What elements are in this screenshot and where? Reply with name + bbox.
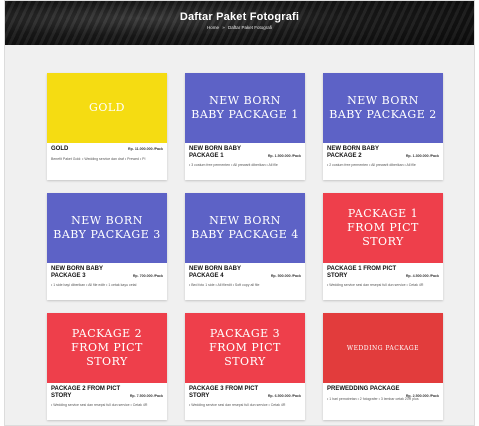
- package-name[interactable]: PREWEDDING PACKAGE: [327, 386, 401, 393]
- package-price: Rp. 500.000 /Pack: [270, 274, 301, 278]
- package-info: NEW BORN BABY PACKAGE 3 Rp. 700.000 /Pac…: [47, 263, 167, 300]
- package-thumbnail[interactable]: PACKAGE 1 FROM PICT STORY: [323, 193, 443, 263]
- package-info: PREWEDDING PACKAGE Rp. 2.500.000 /Pack •…: [323, 383, 443, 420]
- breadcrumb-current: Daftar Paket Fotografi: [228, 25, 273, 30]
- package-price: Rp. 700.000 /Pack: [132, 274, 163, 278]
- package-name[interactable]: NEW BORN BABY PACKAGE 3: [51, 266, 125, 279]
- package-thumbnail[interactable]: NEW BORN BABY PACKAGE 3: [47, 193, 167, 263]
- package-card-new-born-baby-2[interactable]: NEW BORN BABY PACKAGE 2 NEW BORN BABY PA…: [323, 73, 443, 180]
- package-info: GOLD Rp. 11.000.000 /Pack Benefit Paket …: [47, 143, 167, 180]
- package-description: • 2 costum free permenten • All prewarit…: [327, 163, 416, 167]
- package-info: NEW BORN BABY PACKAGE 2 Rp. 1.300.000 /P…: [323, 143, 443, 180]
- package-info: PACKAGE 1 FROM PICT STORY Rp. 4.500.000 …: [323, 263, 443, 300]
- package-price: Rp. 2.500.000 /Pack: [405, 394, 439, 398]
- breadcrumb-home-link[interactable]: Home: [207, 25, 219, 30]
- package-name[interactable]: GOLD: [51, 146, 125, 153]
- package-name[interactable]: NEW BORN BABY PACKAGE 1: [189, 146, 263, 159]
- package-info: PACKAGE 2 FROM PICT STORY Rp. 7.500.000 …: [47, 383, 167, 420]
- package-card-package-1-pict-story[interactable]: PACKAGE 1 FROM PICT STORY PACKAGE 1 FROM…: [323, 193, 443, 300]
- package-description: • Bed foto 1 side • All filerdit • Soft …: [189, 283, 260, 287]
- package-description: • Wedding service sesi dan resepsi full …: [327, 283, 424, 287]
- package-card-new-born-baby-1[interactable]: NEW BORN BABY PACKAGE 1 NEW BORN BABY PA…: [185, 73, 305, 180]
- package-grid: GOLD GOLD Rp. 11.000.000 /Pack Benefit P…: [47, 73, 444, 420]
- package-description: • Wedding service sesi dan resepsi full …: [51, 403, 148, 407]
- package-thumbnail[interactable]: PACKAGE 2 FROM PICT STORY: [47, 313, 167, 383]
- package-description: Benefit Paket Gold: • Wedding service da…: [51, 156, 146, 161]
- page-title: Daftar Paket Fotografi: [179, 11, 300, 23]
- package-description: • 1 side bayi diberikan • All file editr…: [51, 283, 137, 287]
- package-description: • Wedding service sesi dan resepsi full …: [189, 403, 286, 407]
- package-description: • 3 costum free permenten • All prewarit…: [189, 163, 278, 167]
- package-price: Rp. 6.500.000 /Pack: [267, 394, 301, 398]
- package-info: PACKAGE 3 FROM PICT STORY Rp. 6.500.000 …: [185, 383, 305, 420]
- package-card-gold[interactable]: GOLD GOLD Rp. 11.000.000 /Pack Benefit P…: [47, 73, 167, 180]
- package-thumbnail[interactable]: GOLD: [47, 73, 167, 143]
- package-name[interactable]: PACKAGE 3 FROM PICT STORY: [189, 386, 263, 399]
- package-name[interactable]: NEW BORN BABY PACKAGE 4: [189, 266, 263, 279]
- package-thumbnail[interactable]: NEW BORN BABY PACKAGE 4: [185, 193, 305, 263]
- package-thumbnail[interactable]: WEDDING PACKAGE: [323, 313, 443, 383]
- package-price: Rp. 1.300.000 /Pack: [405, 154, 439, 158]
- package-price: Rp. 1.500.000 /Pack: [267, 154, 301, 158]
- package-card-prewedding[interactable]: WEDDING PACKAGE PREWEDDING PACKAGE Rp. 2…: [323, 313, 443, 420]
- package-info: NEW BORN BABY PACKAGE 1 Rp. 1.500.000 /P…: [185, 143, 305, 180]
- package-name[interactable]: PACKAGE 2 FROM PICT STORY: [51, 386, 125, 399]
- package-price: Rp. 7.500.000 /Pack: [129, 394, 163, 398]
- breadcrumb: Home » Daftar Paket Fotografi: [5, 25, 474, 30]
- package-price: Rp. 4.500.000 /Pack: [405, 274, 439, 278]
- package-info: NEW BORN BABY PACKAGE 4 Rp. 500.000 /Pac…: [185, 263, 305, 300]
- package-card-new-born-baby-4[interactable]: NEW BORN BABY PACKAGE 4 NEW BORN BABY PA…: [185, 193, 305, 300]
- package-name[interactable]: PACKAGE 1 FROM PICT STORY: [327, 266, 401, 279]
- package-thumbnail[interactable]: NEW BORN BABY PACKAGE 2: [323, 73, 443, 143]
- package-thumbnail[interactable]: NEW BORN BABY PACKAGE 1: [185, 73, 305, 143]
- package-name[interactable]: NEW BORN BABY PACKAGE 2: [327, 146, 401, 159]
- package-thumbnail[interactable]: PACKAGE 3 FROM PICT STORY: [185, 313, 305, 383]
- package-card-new-born-baby-3[interactable]: NEW BORN BABY PACKAGE 3 NEW BORN BABY PA…: [47, 193, 167, 300]
- package-card-package-2-pict-story[interactable]: PACKAGE 2 FROM PICT STORY PACKAGE 2 FROM…: [47, 313, 167, 420]
- package-price: Rp. 11.000.000 /Pack: [128, 147, 163, 151]
- page-frame: Daftar Paket Fotografi Home » Daftar Pak…: [4, 0, 475, 426]
- breadcrumb-separator: »: [222, 25, 225, 30]
- page-header-banner: Daftar Paket Fotografi Home » Daftar Pak…: [5, 1, 474, 45]
- package-card-package-3-pict-story[interactable]: PACKAGE 3 FROM PICT STORY PACKAGE 3 FROM…: [185, 313, 305, 420]
